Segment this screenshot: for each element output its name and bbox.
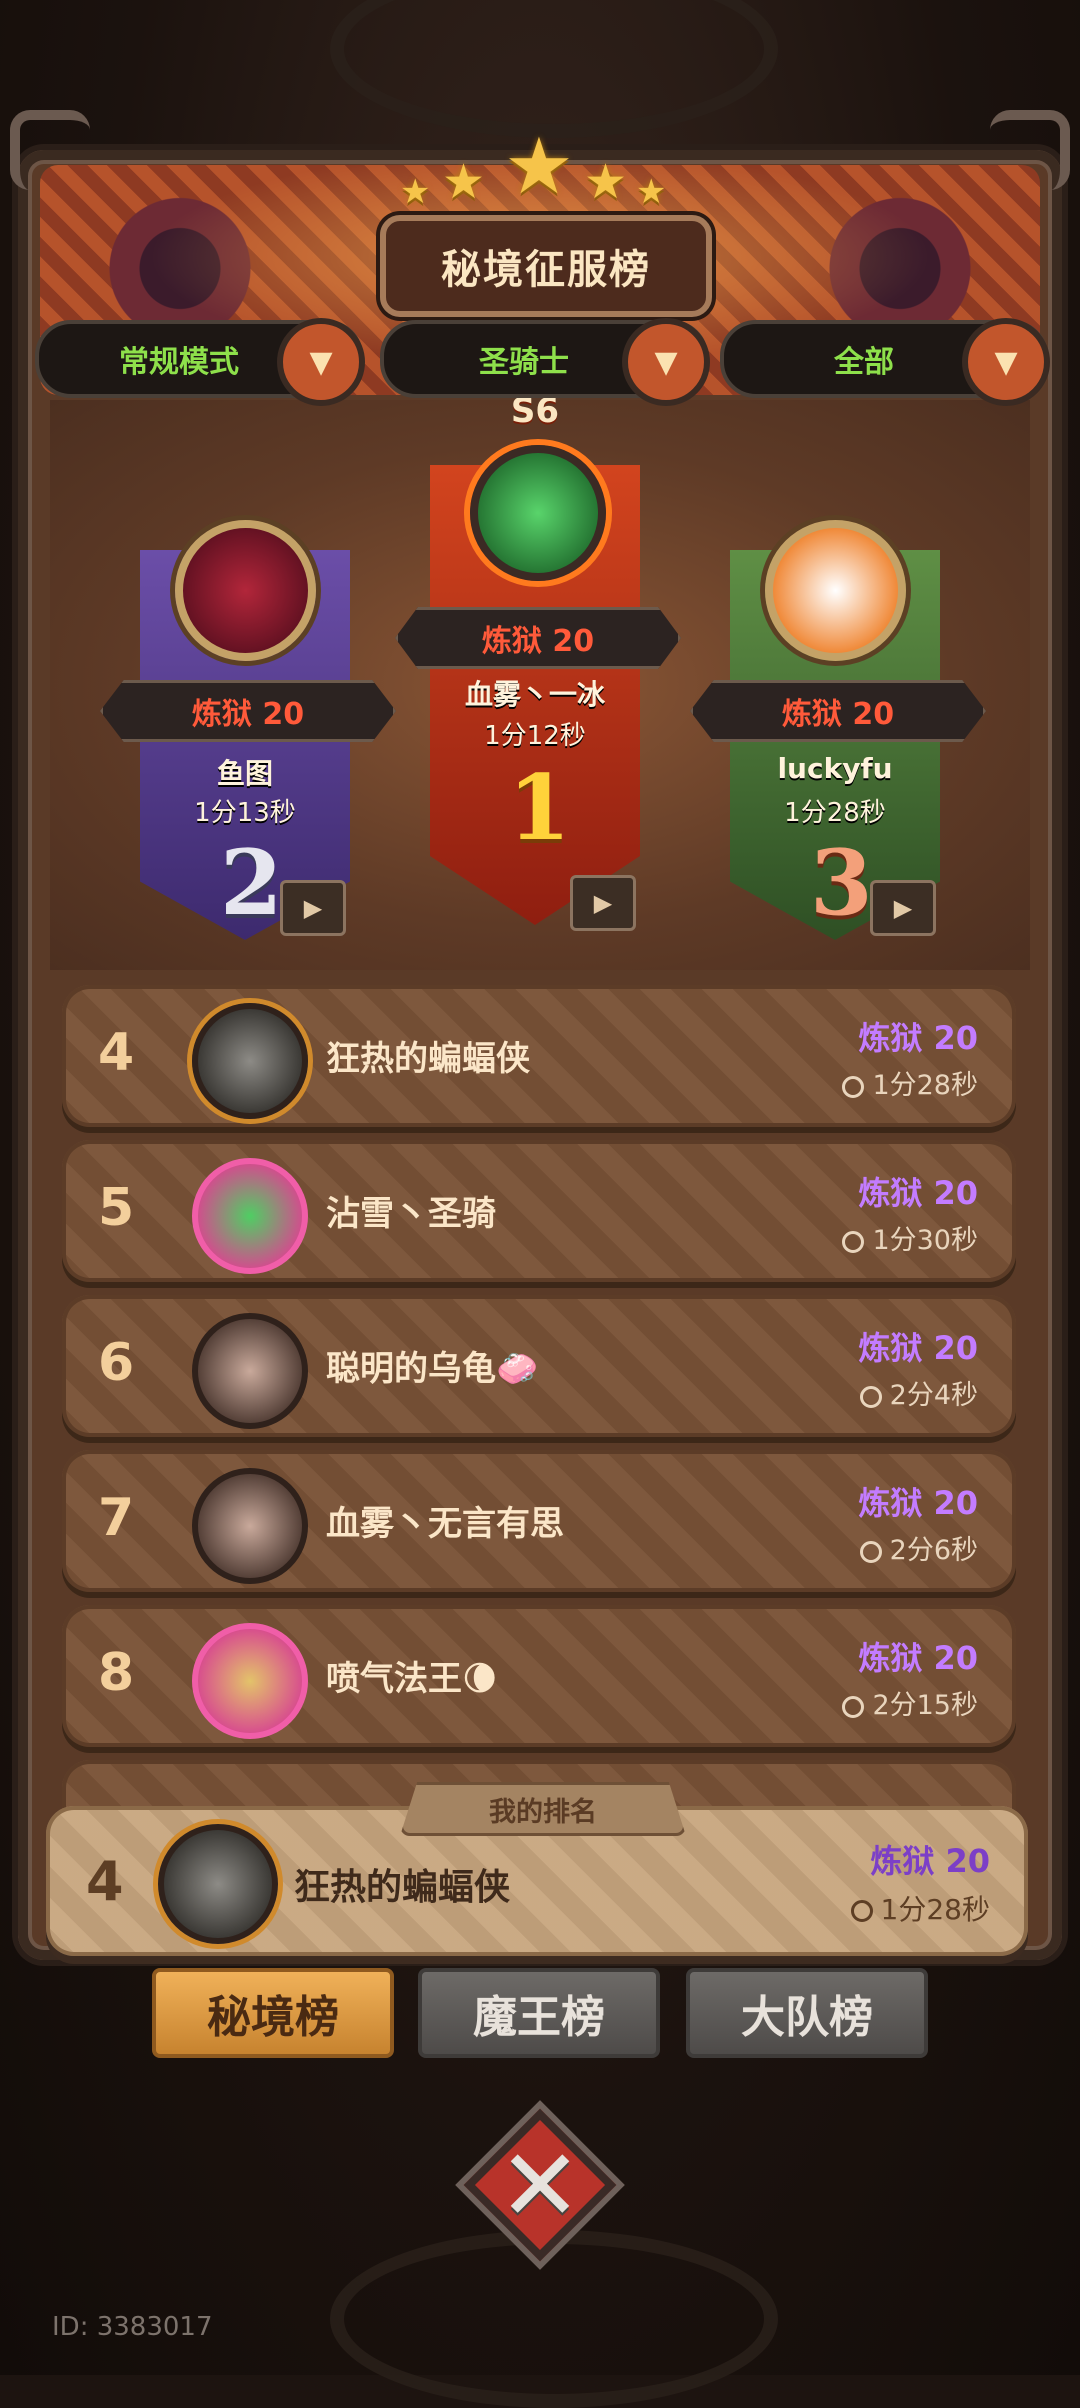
close-icon: ✕ (498, 2126, 582, 2244)
rank-number: 2 (220, 830, 283, 936)
star-icon: ★ (442, 154, 486, 210)
leaderboard-row[interactable]: 4 狂热的蝙蝠侠 炼狱 20 1分28秒 (62, 985, 1016, 1127)
tab-dungeon-board[interactable]: 秘境榜 (152, 1968, 394, 2058)
row-player-name: 血雾丶无言有思 (326, 1504, 564, 1544)
player-time: 1分13秒 (194, 798, 296, 828)
chevron-down-icon[interactable]: ▼ (277, 318, 365, 406)
video-replay-icon[interactable]: ▶ (570, 875, 636, 931)
my-player-name: 狂热的蝙蝠侠 (294, 1867, 511, 1908)
podium-third-place[interactable]: 炼狱 20 luckyfu 1分28秒 3 ▶ (690, 490, 986, 940)
avatar (470, 445, 606, 581)
row-time: 2分4秒 (859, 1373, 978, 1412)
my-time: 1分28秒 (850, 1888, 990, 1928)
row-time: 2分15秒 (842, 1683, 978, 1722)
page-title: 秘境征服榜 (441, 247, 651, 293)
avatar (192, 1468, 308, 1584)
clock-icon (842, 1695, 865, 1718)
leaderboard-row[interactable]: 8 喷气法王🌘 炼狱 20 2分15秒 (62, 1605, 1016, 1747)
star-icon: ★ (504, 122, 574, 212)
scope-filter-dropdown[interactable]: 全部 ▼ (720, 318, 1050, 406)
row-time: 2分6秒 (859, 1528, 978, 1567)
row-player-name: 聪明的乌龟🧼 (326, 1349, 539, 1389)
clock-icon (850, 1900, 873, 1922)
clock-icon (842, 1075, 865, 1098)
row-time-value: 2分15秒 (872, 1690, 978, 1721)
video-replay-icon[interactable]: ▶ (870, 880, 936, 936)
rank-number: 1 (508, 755, 571, 861)
row-rank: 8 (98, 1643, 135, 1703)
class-filter-dropdown[interactable]: 圣骑士 ▼ (380, 318, 710, 406)
row-level: 炼狱 20 (858, 1639, 978, 1677)
title-stars: ★ ★ ★ ★ ★ (400, 122, 680, 220)
row-player-name: 沾雪丶圣骑 (326, 1194, 496, 1234)
avatar (175, 520, 316, 661)
podium-second-place[interactable]: 炼狱 20 鱼图 1分13秒 2 ▶ (100, 490, 396, 940)
row-time: 1分30秒 (842, 1218, 978, 1257)
avatar (192, 1003, 308, 1119)
clock-icon (859, 1540, 882, 1563)
page-title-plate: 秘境征服榜 (380, 215, 712, 317)
row-time: 1分28秒 (842, 1063, 978, 1102)
row-time-value: 1分28秒 (872, 1070, 978, 1101)
tab-team-board[interactable]: 大队榜 (686, 1968, 928, 2058)
avatar (192, 1313, 308, 1429)
row-level: 炼狱 20 (858, 1329, 978, 1367)
player-name: luckyfu (777, 752, 893, 785)
row-time-value: 2分6秒 (889, 1535, 978, 1566)
chevron-down-icon[interactable]: ▼ (962, 318, 1050, 406)
leaderboard-row[interactable]: 5 沾雪丶圣骑 炼狱 20 1分30秒 (62, 1140, 1016, 1282)
row-rank: 7 (98, 1488, 135, 1548)
close-button[interactable]: ✕ (463, 2108, 617, 2262)
row-rank: 4 (98, 1023, 135, 1083)
row-player-name: 狂热的蝙蝠侠 (326, 1039, 530, 1079)
mode-filter-dropdown[interactable]: 常规模式 ▼ (35, 318, 365, 406)
row-player-name: 喷气法王🌘 (326, 1659, 498, 1699)
tab-demon-king-board[interactable]: 魔王榜 (418, 1968, 660, 2058)
my-time-value: 1分28秒 (880, 1893, 990, 1926)
podium-level: 炼狱 20 (191, 697, 305, 732)
player-name: 血雾丶一冰 (464, 678, 605, 711)
row-level: 炼狱 20 (858, 1174, 978, 1212)
my-rank-number: 4 (86, 1850, 124, 1913)
clock-icon (842, 1230, 865, 1253)
podium-level: 炼狱 20 (781, 697, 895, 732)
filter-bar: 常规模式 ▼ 圣骑士 ▼ 全部 ▼ (35, 318, 1050, 406)
row-rank: 5 (98, 1178, 135, 1238)
star-icon: ★ (636, 172, 667, 212)
podium-level-ribbon: 炼狱 20 (395, 607, 681, 669)
row-rank: 6 (98, 1333, 135, 1393)
video-replay-icon[interactable]: ▶ (280, 880, 346, 936)
player-time: 1分12秒 (484, 721, 586, 751)
avatar (765, 520, 906, 661)
row-level: 炼狱 20 (858, 1484, 978, 1522)
avatar (192, 1158, 308, 1274)
clock-icon (859, 1385, 882, 1408)
my-rank-tag: 我的排名 (400, 1782, 686, 1836)
leaderboard-tabs: 秘境榜 魔王榜 大队榜 (0, 1968, 1080, 2058)
user-id: ID: 3383017 (52, 2312, 213, 2342)
podium-level-ribbon: 炼狱 20 (100, 680, 396, 742)
leaderboard-row[interactable]: 7 血雾丶无言有思 炼狱 20 2分6秒 (62, 1450, 1016, 1592)
rank-number: 3 (810, 830, 873, 936)
row-time-value: 2分4秒 (889, 1380, 978, 1411)
row-level: 炼狱 20 (858, 1019, 978, 1057)
chevron-down-icon[interactable]: ▼ (622, 318, 710, 406)
podium-level: 炼狱 20 (481, 624, 595, 659)
star-icon: ★ (400, 172, 431, 212)
podium-level-ribbon: 炼狱 20 (690, 680, 986, 742)
player-time: 1分28秒 (784, 798, 886, 828)
avatar (158, 1824, 278, 1944)
my-level: 炼狱 20 (870, 1842, 990, 1880)
row-time-value: 1分30秒 (872, 1225, 978, 1256)
leaderboard-row[interactable]: 6 聪明的乌龟🧼 炼狱 20 2分4秒 (62, 1295, 1016, 1437)
podium-first-place[interactable]: S6 炼狱 20 血雾丶一冰 1分12秒 1 ▶ (395, 391, 681, 931)
star-icon: ★ (584, 154, 628, 210)
avatar (192, 1623, 308, 1739)
player-name: 鱼图 (216, 757, 273, 790)
